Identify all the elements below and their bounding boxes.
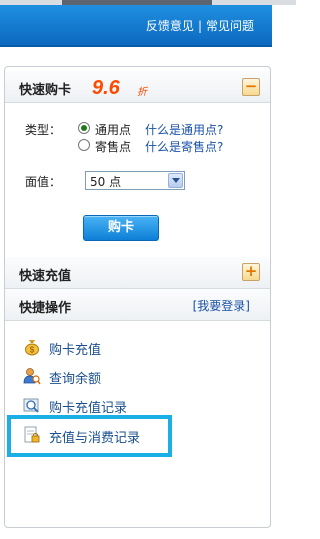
highlight-box xyxy=(7,415,172,457)
quick-ops-header: 快捷操作 [我要登录] xyxy=(5,289,270,321)
consignment-points-help-link[interactable]: 什么是寄售点? xyxy=(145,138,223,155)
value-select-text: 50 点 xyxy=(90,175,122,189)
quick-ops-title: 快捷操作 xyxy=(19,301,72,316)
magnifier-record-icon xyxy=(23,396,41,414)
user-search-icon xyxy=(23,367,41,385)
topbar-links: 反馈意见 | 常见问题 xyxy=(146,17,254,34)
radio-general-points[interactable] xyxy=(78,122,90,134)
quick-recharge-header[interactable]: 快速充值 + xyxy=(5,257,270,289)
chevron-down-icon[interactable] xyxy=(168,173,183,188)
side-panel: 快速购卡 9.6 折 − 类型： 通用点 什么是通用点? 寄售点 什么是寄售点?… xyxy=(4,66,271,528)
type-label: 类型： xyxy=(25,123,62,137)
menu-item-label: 购卡充值 xyxy=(49,343,102,358)
general-points-help-link[interactable]: 什么是通用点? xyxy=(145,121,223,138)
feedback-link[interactable]: 反馈意见 xyxy=(146,19,194,33)
money-bag-icon: $ xyxy=(23,338,41,356)
login-link[interactable]: [我要登录] xyxy=(193,297,250,314)
faq-link[interactable]: 常见问题 xyxy=(206,19,254,33)
value-label: 面值： xyxy=(25,175,62,189)
buy-card-button[interactable]: 购卡 xyxy=(83,215,159,241)
quick-buy-title: 快速购卡 xyxy=(19,83,72,98)
consignment-points-label: 寄售点 xyxy=(95,140,132,154)
collapse-icon[interactable]: − xyxy=(242,78,260,96)
discount-unit: 折 xyxy=(137,87,147,98)
svg-text:$: $ xyxy=(30,346,35,355)
menu-item-label: 购卡充值记录 xyxy=(49,401,128,416)
radio-consignment-points[interactable] xyxy=(78,139,90,151)
quick-recharge-title: 快速充值 xyxy=(19,269,72,284)
menu-item-label: 查询余额 xyxy=(49,372,102,387)
quick-buy-header: 快速购卡 9.6 折 − xyxy=(5,71,270,103)
top-bar: 反馈意见 | 常见问题 xyxy=(0,5,272,47)
topbar-separator: | xyxy=(197,19,202,33)
value-select[interactable]: 50 点 xyxy=(85,171,185,190)
general-points-label: 通用点 xyxy=(95,123,132,137)
discount-value: 9.6 xyxy=(92,77,120,99)
expand-icon[interactable]: + xyxy=(242,263,260,281)
